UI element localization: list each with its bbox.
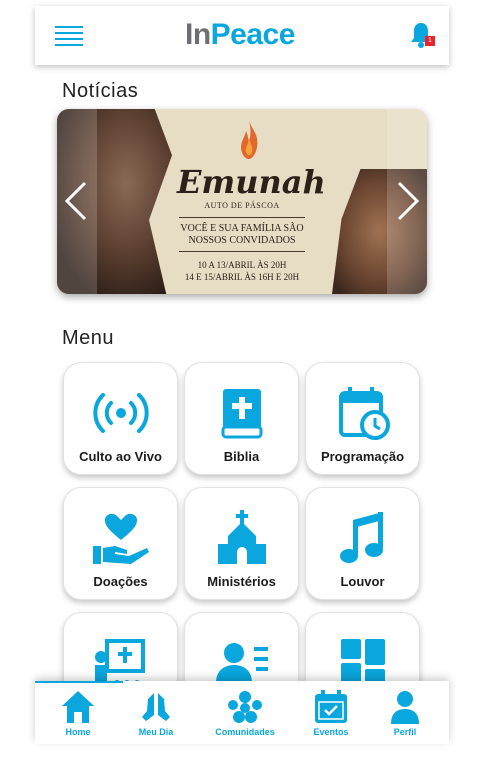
music-note-icon: [339, 512, 383, 563]
calendar-check-icon: [315, 690, 347, 723]
flame-icon: [241, 121, 258, 159]
menu-hamburger-icon[interactable]: [55, 24, 83, 48]
tab-perfil[interactable]: Perfil: [365, 681, 445, 744]
banner-tagline-line-1: VOCÊ E SUA FAMÍLIA SÃO: [180, 223, 304, 234]
banner-divider-top: [179, 217, 305, 218]
banner-date-1: 10 A 13/ABRIL ÀS 20H: [197, 260, 287, 270]
banner-subtitle: AUTO DE PÁSCOA: [204, 201, 280, 210]
church-icon: [217, 510, 266, 564]
banner-divider-bottom: [179, 251, 305, 252]
tab-label: Meu Dia: [138, 727, 174, 737]
carousel-next-icon[interactable]: [395, 181, 421, 221]
logo-peace-text: Peace: [210, 18, 296, 51]
menu-tile-biblia[interactable]: Biblia: [184, 362, 299, 475]
menu-tile-culto-ao-vivo[interactable]: Culto ao Vivo: [63, 362, 178, 475]
carousel-prev-icon[interactable]: [63, 181, 89, 221]
tab-eventos[interactable]: Eventos: [291, 681, 371, 744]
menu-tile-label: Culto ao Vivo: [79, 449, 162, 464]
banner-tagline: VOCÊ E SUA FAMÍLIA SÃO NOSSOS CONVIDADOS: [169, 223, 315, 247]
logo-in-text: In: [185, 18, 211, 51]
menu-tile-label: Louvor: [340, 574, 385, 589]
broadcast-icon: [92, 393, 149, 433]
tab-label: Perfil: [393, 727, 417, 737]
banner-date-2: 14 E 15/ABRIL ÀS 16H E 20H: [184, 272, 300, 282]
tab-meu-dia[interactable]: Meu Dia: [116, 681, 196, 744]
menu-tile-programacao[interactable]: Programação: [305, 362, 420, 475]
bottom-tab-bar: Home Meu Dia Comunidades Eventos Perfil: [35, 681, 449, 744]
menu-tile-label: Ministérios: [207, 574, 276, 589]
banner-dates: 10 A 13/ABRIL ÀS 20H 14 E 15/ABRIL ÀS 16…: [169, 259, 315, 283]
tab-home[interactable]: Home: [38, 681, 118, 744]
app-header: InPeace 1: [35, 6, 449, 65]
menu-tile-label: Programação: [320, 449, 405, 464]
menu-tile-ministerios[interactable]: Ministérios: [184, 487, 299, 600]
tab-label: Eventos: [313, 727, 349, 737]
bible-icon: [221, 389, 262, 439]
banner-tagline-line-2: NOSSOS CONVIDADOS: [188, 235, 296, 246]
menu-tile-louvor[interactable]: Louvor: [305, 487, 420, 600]
notification-badge: 1: [425, 36, 435, 46]
banner-title: Emunah: [177, 163, 326, 201]
tab-label: Comunidades: [215, 727, 275, 737]
user-icon: [391, 691, 419, 724]
menu-section-title: Menu: [62, 327, 115, 349]
menu-tile-label: Biblia: [223, 449, 260, 464]
home-icon: [62, 691, 94, 723]
menu-tile-doacoes[interactable]: Doações: [63, 487, 178, 600]
tab-comunidades[interactable]: Comunidades: [205, 681, 285, 744]
community-icon: [228, 691, 262, 723]
app-logo: InPeace: [185, 18, 295, 52]
news-section-title: Notícias: [62, 80, 139, 102]
news-banner[interactable]: Emunah AUTO DE PÁSCOA VOCÊ E SUA FAMÍLIA…: [57, 109, 427, 294]
donation-hand-heart-icon: [92, 513, 149, 564]
praying-hands-icon: [142, 693, 170, 721]
tab-label: Home: [65, 727, 91, 737]
calendar-clock-icon: [338, 387, 390, 440]
menu-tile-label: Doações: [93, 574, 148, 589]
